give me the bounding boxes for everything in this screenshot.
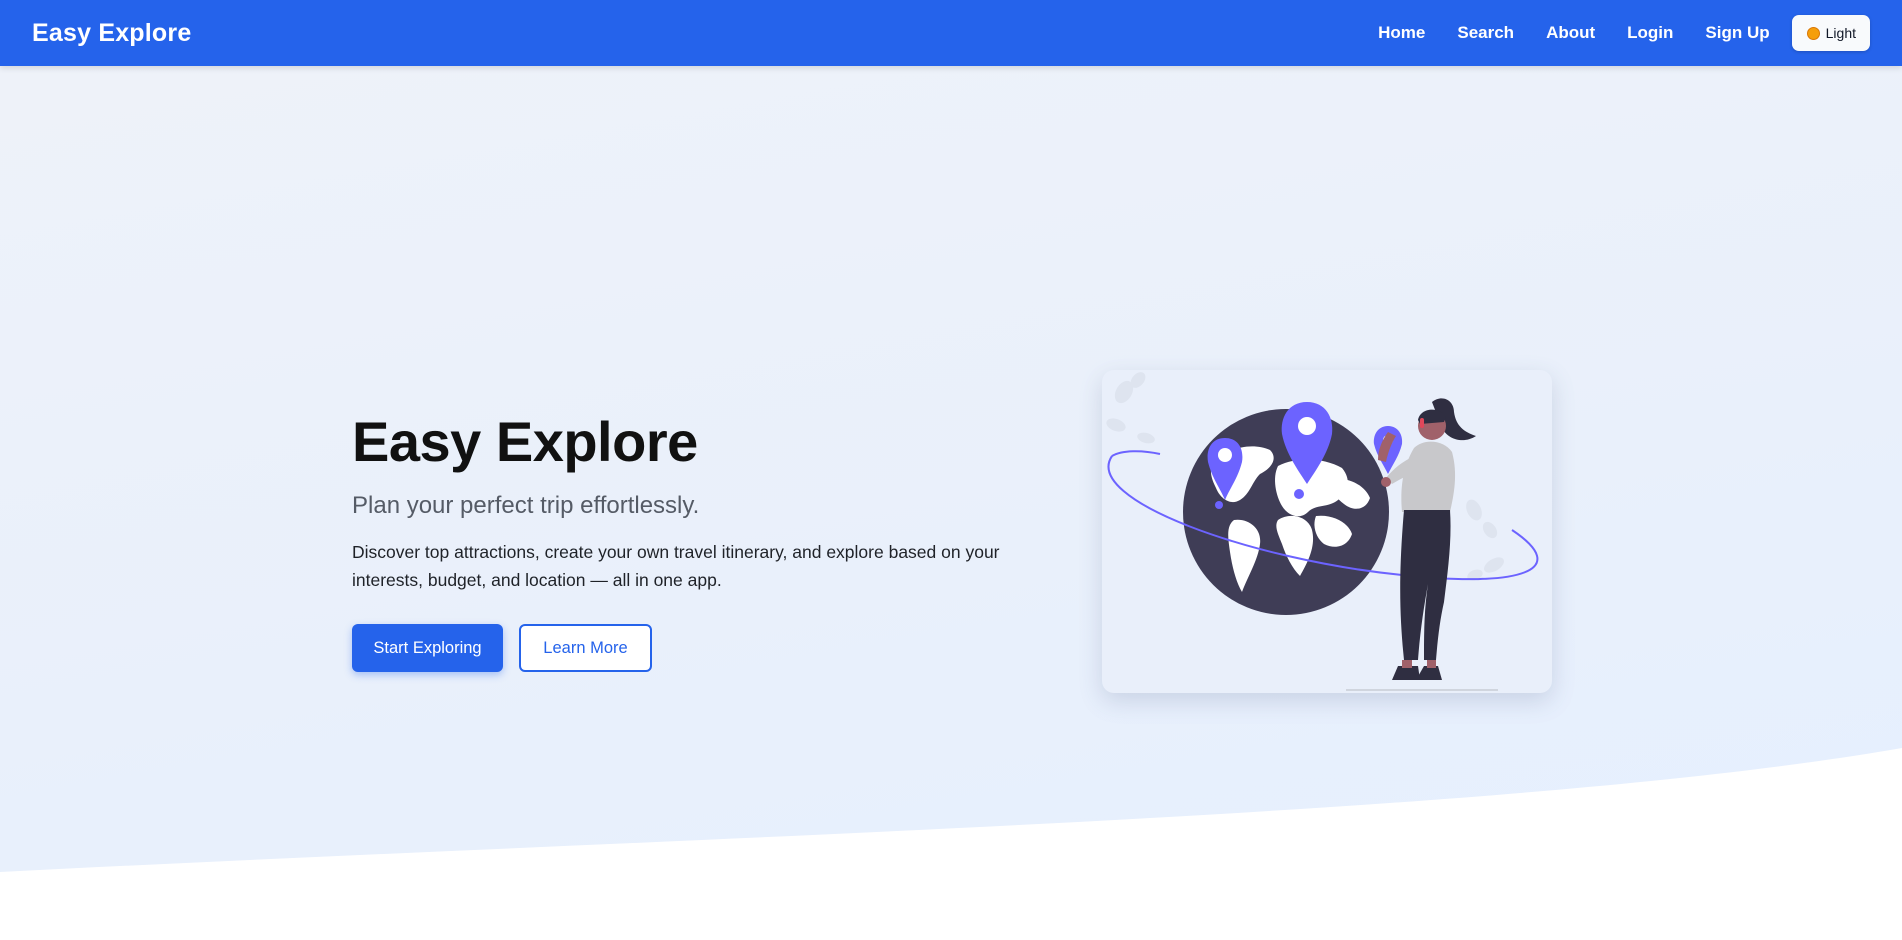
- ground-line: [1346, 689, 1498, 691]
- nav-links: Home Search About Login Sign Up Light: [1346, 15, 1870, 51]
- hero-wave-divider: [0, 748, 1902, 940]
- hero-text: Easy Explore Plan your perfect trip effo…: [352, 414, 1032, 672]
- theme-toggle-button[interactable]: Light: [1791, 15, 1870, 51]
- hero-buttons: Start Exploring Learn More: [352, 624, 1032, 672]
- learn-more-button[interactable]: Learn More: [519, 624, 652, 672]
- hero-subtitle: Plan your perfect trip effortlessly.: [352, 492, 700, 519]
- sun-icon: [1806, 26, 1820, 40]
- start-exploring-button[interactable]: Start Exploring: [352, 624, 503, 672]
- navbar: Easy Explore Home Search About Login Sig…: [0, 0, 1902, 66]
- nav-link-home[interactable]: Home: [1378, 23, 1425, 43]
- globe-traveler-illustration: [1102, 370, 1552, 693]
- nav-link-signup[interactable]: Sign Up: [1705, 23, 1769, 43]
- traveler-person: [1378, 398, 1476, 680]
- brand-logo[interactable]: Easy Explore: [32, 19, 191, 48]
- hero-title: Easy Explore: [352, 410, 698, 473]
- hero-description: Discover top attractions, create your ow…: [352, 542, 1000, 590]
- illustration-svg: [1106, 372, 1539, 691]
- nav-link-about[interactable]: About: [1546, 23, 1595, 43]
- theme-toggle-label: Light: [1825, 25, 1856, 41]
- hero-section: Easy Explore Plan your perfect trip effo…: [0, 66, 1902, 940]
- nav-link-search[interactable]: Search: [1457, 23, 1514, 43]
- nav-link-login[interactable]: Login: [1627, 23, 1673, 43]
